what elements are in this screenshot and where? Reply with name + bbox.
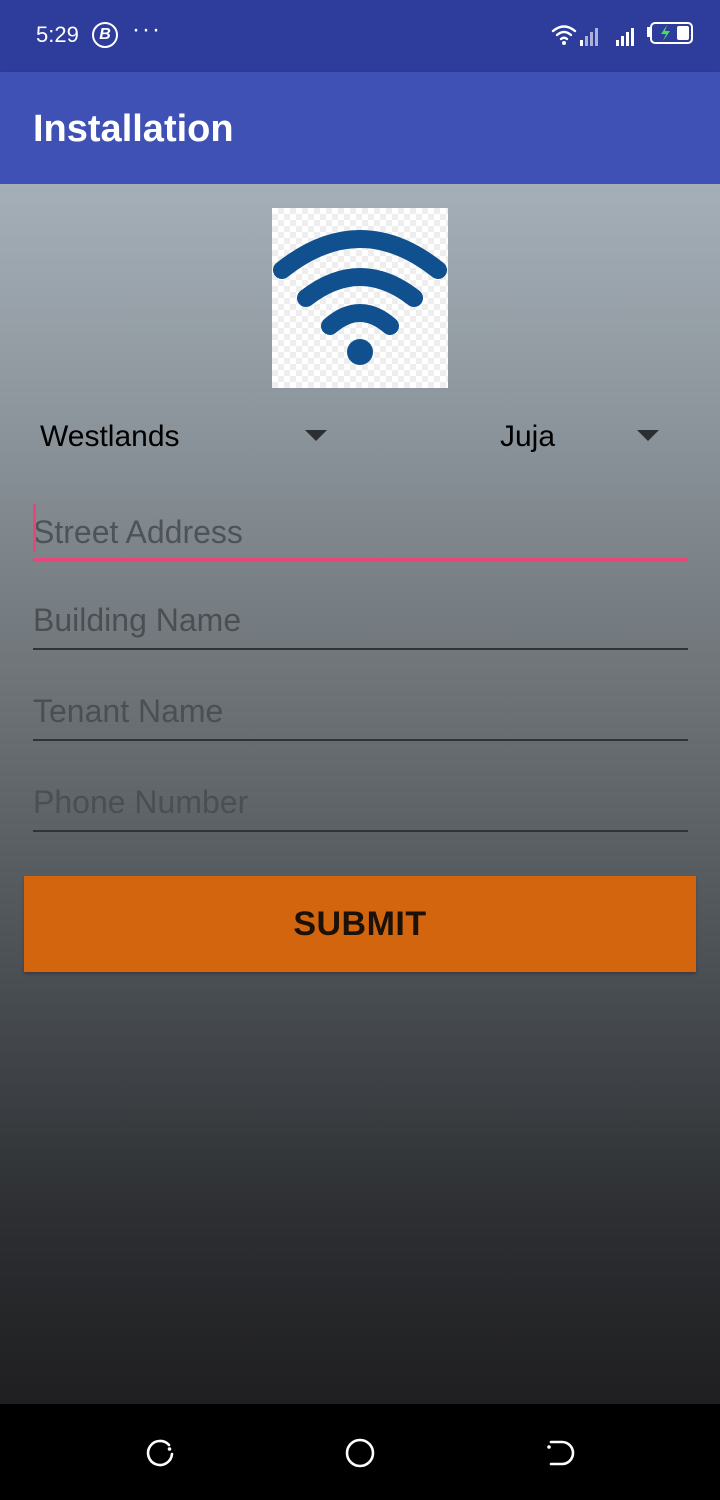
street-address-underline: [33, 558, 688, 562]
wifi-logo-icon: [272, 208, 448, 388]
tenant-name-underline: [33, 739, 688, 741]
battery-charging-icon: [647, 22, 693, 44]
wifi-logo-svg: [273, 230, 447, 365]
status-time: 5:29: [36, 22, 79, 47]
building-name-underline: [33, 648, 688, 650]
tenant-name-field[interactable]: [33, 683, 688, 741]
navigation-bar: [0, 1404, 720, 1500]
b-badge-icon: B: [92, 22, 118, 48]
building-name-field[interactable]: [33, 592, 688, 650]
wifi-icon: [551, 25, 577, 41]
dropdown-arrow-icon: [637, 430, 659, 441]
app-bar: Installation: [0, 72, 720, 184]
street-address-input[interactable]: [33, 504, 688, 560]
page-title: Installation: [33, 108, 234, 150]
signal-icon: [580, 28, 598, 46]
street-address-field[interactable]: [33, 504, 688, 562]
phone-number-field[interactable]: [33, 774, 688, 832]
home-icon[interactable]: [343, 1436, 377, 1470]
signal-icon: [616, 28, 634, 46]
region-dropdown-value: Westlands: [40, 420, 180, 453]
main-content: Westlands Juja SUBMIT: [0, 184, 720, 1404]
area-dropdown[interactable]: Juja: [500, 406, 670, 466]
recents-icon[interactable]: [143, 1436, 177, 1470]
building-name-input[interactable]: [33, 592, 688, 648]
phone-number-underline: [33, 830, 688, 832]
status-bar: 5:29 B ···: [0, 0, 720, 72]
phone-number-input[interactable]: [33, 774, 688, 830]
status-icons-svg: [551, 22, 693, 46]
status-icons: [550, 22, 696, 50]
submit-button[interactable]: SUBMIT: [24, 876, 696, 972]
dropdown-arrow-icon: [305, 430, 327, 441]
tenant-name-input[interactable]: [33, 683, 688, 739]
back-icon[interactable]: [543, 1436, 577, 1470]
more-notifications-icon: ···: [132, 16, 162, 43]
region-dropdown[interactable]: Westlands: [40, 406, 340, 466]
area-dropdown-value: Juja: [500, 420, 556, 453]
text-cursor: [33, 504, 36, 552]
